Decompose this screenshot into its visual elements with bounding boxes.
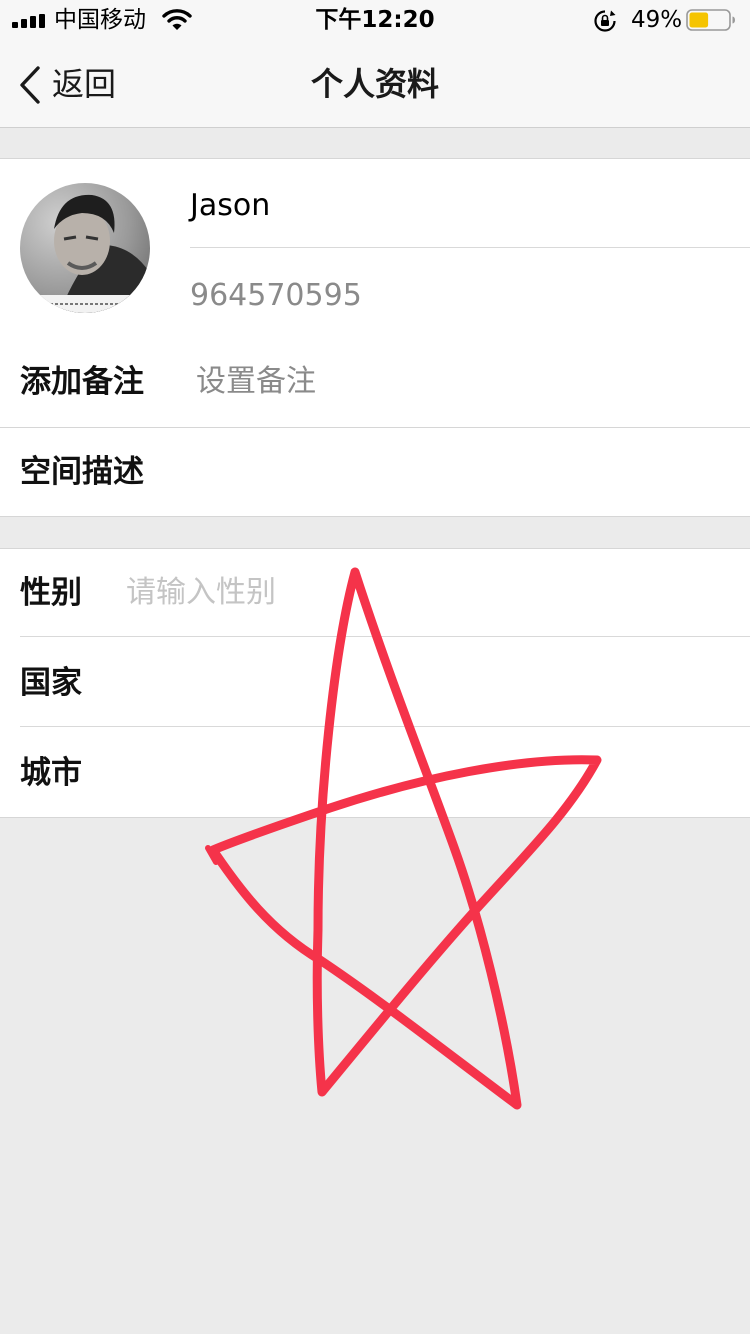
divider bbox=[20, 636, 750, 637]
gender-row[interactable]: 性别 bbox=[0, 549, 750, 637]
divider bbox=[190, 247, 750, 248]
avatar-photo bbox=[20, 183, 150, 313]
remark-row[interactable]: 添加备注 bbox=[0, 338, 750, 428]
country-row[interactable]: 国家 bbox=[0, 639, 750, 727]
city-row[interactable]: 城市 bbox=[0, 729, 750, 817]
profile-name: Jason bbox=[190, 188, 271, 223]
info-card: 性别 国家 城市 bbox=[0, 548, 750, 818]
rotation-lock-icon bbox=[594, 10, 616, 32]
remark-input[interactable] bbox=[196, 360, 716, 404]
avatar[interactable] bbox=[20, 183, 150, 313]
space-description-label: 空间描述 bbox=[20, 454, 144, 490]
city-label: 城市 bbox=[20, 755, 82, 791]
profile-card: Jason 964570595 bbox=[0, 158, 750, 339]
nav-bar: 返回 个人资料 bbox=[0, 40, 750, 128]
country-label: 国家 bbox=[20, 665, 82, 701]
battery-icon bbox=[686, 9, 735, 31]
space-description-row[interactable]: 空间描述 bbox=[0, 428, 750, 517]
status-bar: 中国移动 下午12:20 49% bbox=[0, 0, 750, 40]
remark-label: 添加备注 bbox=[20, 364, 144, 400]
profile-id: 964570595 bbox=[190, 278, 362, 313]
divider bbox=[20, 726, 750, 727]
gender-label: 性别 bbox=[20, 575, 82, 611]
star-stroke-tail bbox=[205, 845, 219, 865]
page-title: 个人资料 bbox=[310, 65, 439, 103]
battery-level-fill bbox=[689, 12, 709, 28]
battery-percent: 49% bbox=[631, 7, 683, 33]
gender-input[interactable] bbox=[126, 571, 686, 615]
